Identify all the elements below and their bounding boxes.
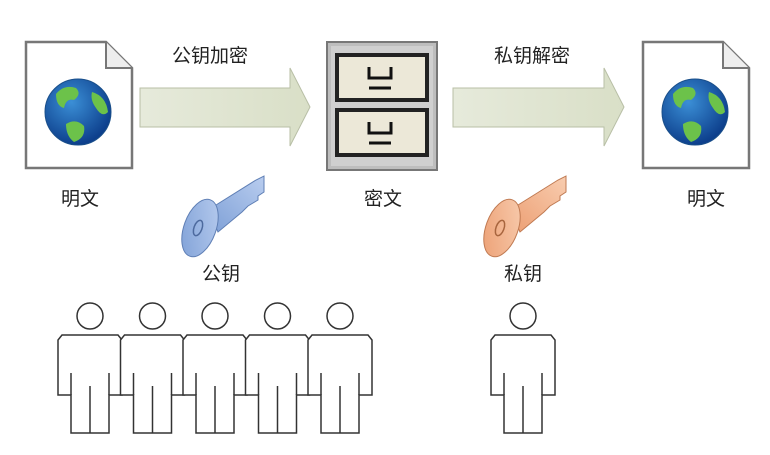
ciphertext-cabinet-icon xyxy=(326,41,438,171)
plaintext-document-icon xyxy=(24,40,134,170)
encrypt-arrow-icon xyxy=(139,67,311,147)
private-key-icon xyxy=(476,175,567,263)
person-icon xyxy=(57,302,123,434)
ciphertext-label: 密文 xyxy=(364,188,402,210)
person-icon xyxy=(307,302,373,434)
private-key-holder xyxy=(490,302,556,434)
public-key-holders xyxy=(57,302,373,434)
plaintext-label-left: 明文 xyxy=(61,188,99,210)
plaintext-label-right: 明文 xyxy=(687,188,725,210)
encrypt-label: 公钥加密 xyxy=(172,45,248,67)
person-icon xyxy=(119,302,186,434)
person-icon xyxy=(490,302,556,434)
plaintext-document-icon-right xyxy=(641,40,751,170)
public-key-label: 公钥 xyxy=(202,263,240,285)
decrypt-arrow-icon xyxy=(452,67,625,147)
public-key-icon xyxy=(174,175,265,263)
person-icon xyxy=(182,302,248,434)
encryption-diagram: 明文 公钥加密 公钥 密文 私钥解密 私钥 明文 xyxy=(24,40,751,434)
decrypt-label: 私钥解密 xyxy=(494,45,570,67)
person-icon xyxy=(244,302,311,434)
private-key-label: 私钥 xyxy=(504,263,542,285)
